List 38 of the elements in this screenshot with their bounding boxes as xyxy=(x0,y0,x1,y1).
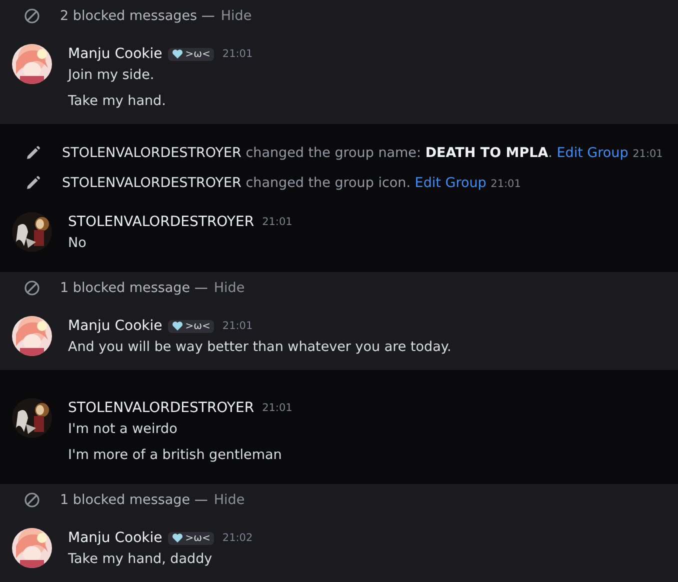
edit-group-link[interactable]: Edit Group xyxy=(414,175,486,191)
pencil-icon xyxy=(26,146,40,160)
message-text: And you will be way better than whatever you are today. xyxy=(68,338,452,357)
timestamp: 21:01 xyxy=(262,402,292,414)
message-text: No xyxy=(68,234,88,253)
blocked-icon xyxy=(24,280,40,296)
heart-icon xyxy=(172,533,184,543)
pencil-icon xyxy=(26,176,40,190)
author-name[interactable]: Manju Cookie xyxy=(68,318,162,334)
system-message: STOLENVALORDESTROYER changed the group name: DEATH TO MPLA. Edit Group 21:01 xyxy=(62,145,663,161)
heart-icon xyxy=(172,49,184,59)
edit-group-link[interactable]: Edit Group xyxy=(556,145,628,161)
tag-badge: >ω< xyxy=(168,48,214,60)
hide-link[interactable]: Hide xyxy=(220,8,252,24)
blocked-icon xyxy=(24,8,40,24)
author-name[interactable]: Manju Cookie xyxy=(68,530,162,546)
blocked-notice: 1 blocked message — xyxy=(60,492,208,508)
blocked-notice: 2 blocked messages — xyxy=(60,8,215,24)
message-text: Take my hand, daddy xyxy=(68,550,214,569)
message-text: Join my side. xyxy=(68,66,156,85)
hide-link[interactable]: Hide xyxy=(214,492,245,508)
author-name[interactable]: STOLENVALORDESTROYER xyxy=(68,214,254,230)
tag-badge: >ω< xyxy=(168,320,214,332)
message-text: Take my hand. xyxy=(68,92,167,111)
message-text: I'm not a weirdo xyxy=(68,420,178,439)
system-message: STOLENVALORDESTROYER changed the group icon. Edit Group 21:01 xyxy=(62,175,521,191)
message-text: I'm more of a british gentleman xyxy=(68,446,283,465)
timestamp: 21:02 xyxy=(222,532,253,544)
heart-icon xyxy=(172,321,184,331)
hide-link[interactable]: Hide xyxy=(214,280,245,296)
blocked-icon xyxy=(24,492,40,508)
blocked-notice: 1 blocked message — xyxy=(60,280,208,296)
timestamp: 21:01 xyxy=(222,320,253,332)
author-name[interactable]: Manju Cookie xyxy=(68,46,162,62)
timestamp: 21:01 xyxy=(222,48,253,60)
timestamp: 21:01 xyxy=(262,216,292,228)
tag-badge: >ω< xyxy=(168,532,214,544)
author-name[interactable]: STOLENVALORDESTROYER xyxy=(68,400,254,416)
